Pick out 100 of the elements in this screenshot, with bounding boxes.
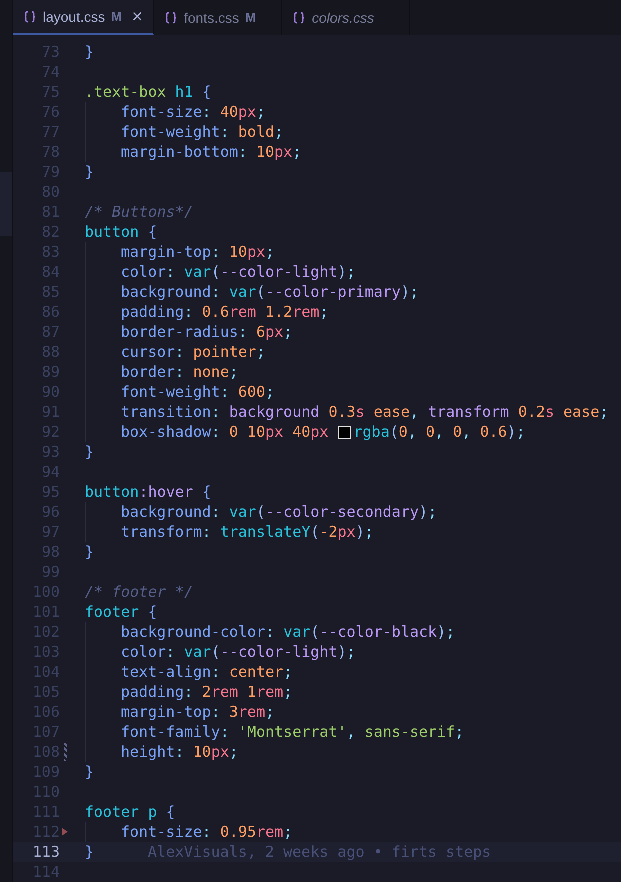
property-token: font-weight <box>121 382 220 402</box>
brace-token: } <box>85 42 94 62</box>
editor-tab[interactable]: colors.css <box>282 0 410 35</box>
unit-token: px <box>211 742 230 762</box>
punctuation-token: ; <box>284 822 293 842</box>
line-number: 109 <box>32 762 60 782</box>
unit-token: rem <box>256 822 284 842</box>
property-token: border-radius <box>121 322 238 342</box>
variable-token: --color-secondary <box>266 502 420 522</box>
number-token: 0.95 <box>220 822 256 842</box>
line-number: 112 <box>32 822 60 842</box>
number-token: 0.3 <box>328 402 356 422</box>
punctuation-token: ; <box>410 282 420 302</box>
line-number: 74 <box>40 62 60 82</box>
punctuation-token: ; <box>292 142 302 162</box>
punctuation-token: ; <box>600 402 609 422</box>
brace-token: { <box>165 802 176 822</box>
punctuation-token: : <box>184 682 194 702</box>
tab-label: colors.css <box>312 10 374 26</box>
punctuation-token: ; <box>256 102 266 122</box>
unit-token: px <box>274 142 293 162</box>
close-icon[interactable] <box>132 11 144 22</box>
number-token: 3 <box>229 702 238 722</box>
line-number: 102 <box>32 622 60 642</box>
punctuation-token: : <box>211 662 222 682</box>
variable-token: --color-light <box>220 642 338 662</box>
punctuation-token: ; <box>346 262 356 282</box>
line-number: 108 <box>32 742 60 762</box>
property-token: font-weight <box>121 122 220 142</box>
line-number: 77 <box>40 122 60 142</box>
line-number: 96 <box>40 502 60 522</box>
editor-tab[interactable]: fonts.css M <box>154 0 282 35</box>
punctuation-token: ; <box>428 502 438 522</box>
line-number: 99 <box>40 562 60 582</box>
brace-token: { <box>201 82 212 102</box>
paren-token: ) <box>419 502 428 522</box>
punctuation-token: : <box>202 102 212 122</box>
punctuation-token: ; <box>229 742 238 762</box>
property-token: border <box>121 362 176 382</box>
selector-token: footer <box>85 602 140 622</box>
line-number: 73 <box>40 42 60 62</box>
number-token: 2 <box>202 682 212 702</box>
line-number: 79 <box>40 162 60 182</box>
number-token: 0.6 <box>480 422 508 442</box>
line-number: 101 <box>32 602 60 622</box>
string-token: 'Montserrat' <box>238 722 347 742</box>
line-number: 78 <box>40 142 60 162</box>
line-number: 75 <box>40 82 60 102</box>
number-token: 0 <box>398 422 408 442</box>
color-swatch[interactable] <box>338 426 351 438</box>
punctuation-token: : <box>175 342 186 362</box>
line-number: 81 <box>40 202 60 222</box>
punctuation-token: ; <box>516 422 526 442</box>
property-token: font-size <box>121 102 202 122</box>
brace-token: { <box>201 482 212 502</box>
line-number: 114 <box>32 862 60 882</box>
editor-tab[interactable]: layout.css M <box>13 0 154 35</box>
code-comment: /* footer */ <box>85 582 194 602</box>
property-token: background <box>121 282 212 302</box>
line-number: 110 <box>32 782 60 802</box>
punctuation-token: : <box>175 742 186 762</box>
line-number: 98 <box>40 542 60 562</box>
line-number: 82 <box>40 222 60 242</box>
punctuation-token: : <box>211 402 222 422</box>
number-token: 10 <box>229 242 248 262</box>
paren-token: ) <box>437 622 446 642</box>
line-number: 94 <box>40 462 60 482</box>
property-token: transform <box>121 522 202 542</box>
line-number: 113 <box>32 842 60 862</box>
line-number: 80 <box>40 182 60 202</box>
property-token: margin-top <box>121 242 212 262</box>
punctuation-token: ; <box>266 382 275 402</box>
punctuation-token: , <box>435 422 446 442</box>
number-token: 0.6 <box>202 302 230 322</box>
property-token: margin-bottom <box>121 142 238 162</box>
punctuation-token: : <box>238 322 248 342</box>
line-number: 89 <box>40 362 60 382</box>
keyword-token: center <box>229 662 284 682</box>
line-number: 95 <box>40 482 60 502</box>
paren-token: ( <box>256 282 266 302</box>
keyword-token: ease <box>562 402 600 422</box>
selector-token: button <box>85 482 140 502</box>
line-number: 86 <box>40 302 60 322</box>
modified-indicator: M <box>111 9 122 24</box>
value-token: transform <box>428 402 510 422</box>
brace-token: } <box>85 162 94 182</box>
braces-icon <box>292 10 306 24</box>
unit-token: px <box>247 242 266 262</box>
punctuation-token: : <box>220 122 230 142</box>
number-token: 0 <box>426 422 436 442</box>
value-token: background <box>229 402 320 422</box>
line-number: 87 <box>40 322 60 342</box>
property-token: transition <box>121 402 212 422</box>
punctuation-token: : <box>220 722 230 742</box>
punctuation-token: : <box>202 822 212 842</box>
punctuation-token: ; <box>284 322 293 342</box>
keyword-token: pointer <box>193 342 256 362</box>
tab-label: layout.css <box>43 8 106 24</box>
paren-token: ( <box>211 262 220 282</box>
property-token: background <box>121 502 212 522</box>
